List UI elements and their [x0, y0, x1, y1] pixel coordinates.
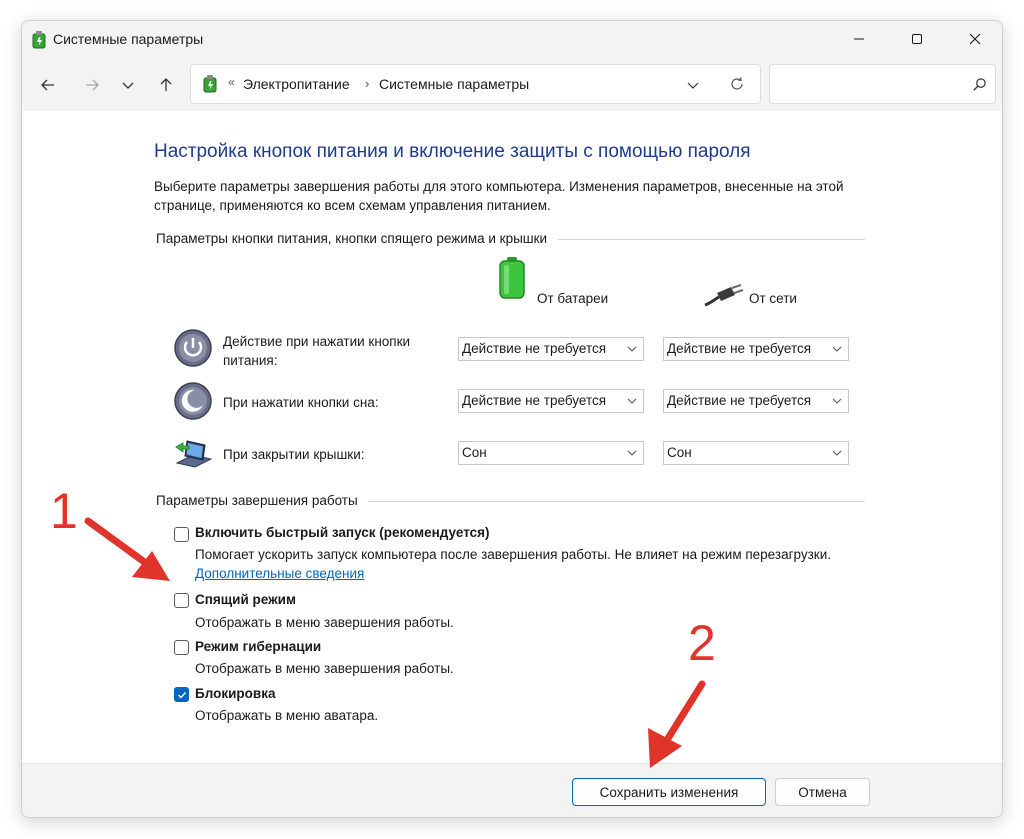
power-button-ac-select[interactable]: Действие не требуется [663, 337, 849, 361]
annotation-arrow-2-icon [648, 680, 706, 768]
more-info-link[interactable]: Дополнительные сведения [195, 566, 364, 581]
minimize-button[interactable] [836, 21, 882, 57]
refresh-icon[interactable] [729, 76, 745, 92]
window-title: Системные параметры [53, 31, 204, 47]
back-button[interactable] [34, 73, 62, 97]
fast-startup-desc-text: Помогает ускорить запуск компьютера посл… [195, 547, 832, 562]
breadcrumb-power-options[interactable]: Электропитание [243, 76, 350, 92]
lid-close-label: При закрытии крышки: [223, 447, 365, 462]
maximize-button[interactable] [894, 21, 940, 57]
cancel-button[interactable]: Отмена [775, 778, 870, 806]
shutdown-section-title: Параметры завершения работы [156, 493, 368, 508]
fast-startup-checkbox[interactable] [174, 527, 189, 542]
column-battery: От батареи [537, 291, 609, 306]
power-button-icon [174, 329, 212, 367]
chevron-down-icon [627, 450, 637, 456]
lid-close-ac-select[interactable]: Сон [663, 441, 849, 465]
power-button-label: Действие при нажатии кнопки питания: [223, 334, 411, 368]
title-bar[interactable]: Системные параметры [22, 21, 1002, 59]
sleep-button-label: При нажатии кнопки сна: [223, 395, 379, 410]
sleep-mode-desc: Отображать в меню завершения работы. [195, 615, 454, 630]
lock-checkbox[interactable] [174, 687, 189, 702]
select-value: Действие не требуется [462, 393, 607, 408]
select-value: Действие не требуется [667, 393, 812, 408]
select-value: Действие не требуется [462, 341, 607, 356]
arrow-up-icon [160, 78, 172, 91]
chevron-down-icon[interactable] [685, 77, 701, 93]
chevron-down-icon [627, 398, 637, 404]
power-button-battery-select[interactable]: Действие не требуется [458, 337, 644, 361]
annotation-step-1: 1 [50, 483, 78, 539]
sleep-button-battery-select[interactable]: Действие не требуется [458, 389, 644, 413]
minimize-icon [854, 38, 864, 40]
annotation-arrow-1-icon [84, 517, 170, 581]
power-plug-icon [704, 284, 744, 307]
chevron-down-icon [122, 82, 134, 89]
up-button[interactable] [152, 73, 180, 97]
fast-startup-title[interactable]: Включить быстрый запуск (рекомендуется) [195, 525, 490, 540]
battery-icon [499, 257, 525, 299]
address-bar[interactable]: « Электропитание › Системные параметры [190, 64, 761, 104]
laptop-lid-icon [175, 440, 213, 468]
screenshot-stage: Системные параметры « Электропитание › С… [0, 0, 1024, 839]
breadcrumb-overflow[interactable]: « [228, 75, 235, 89]
recent-locations-button[interactable] [114, 73, 142, 97]
hibernate-desc: Отображать в меню завершения работы. [195, 661, 454, 676]
control-panel-window: Системные параметры « Электропитание › С… [21, 20, 1003, 818]
arrow-left-icon [41, 79, 54, 91]
sleep-mode-title[interactable]: Спящий режим [195, 592, 296, 607]
close-button[interactable] [952, 21, 998, 57]
hibernate-checkbox[interactable] [174, 640, 189, 655]
fast-startup-desc: Помогает ускорить запуск компьютера посл… [195, 545, 835, 583]
lock-title[interactable]: Блокировка [195, 686, 275, 701]
page-title: Настройка кнопок питания и включение защ… [154, 141, 751, 162]
sleep-button-icon [174, 382, 212, 420]
checkmark-icon [178, 692, 187, 699]
save-button[interactable]: Сохранить изменения [572, 778, 766, 806]
power-options-icon [203, 75, 217, 93]
arrow-right-icon [86, 79, 99, 91]
forward-button[interactable] [78, 73, 106, 97]
chevron-down-icon [627, 346, 637, 352]
breadcrumb-chevron-icon: › [365, 76, 370, 91]
lid-close-battery-select[interactable]: Сон [458, 441, 644, 465]
dialog-footer: Сохранить изменения Отмена [22, 763, 1002, 817]
select-value: Сон [667, 445, 692, 460]
annotation-step-2: 2 [688, 615, 716, 671]
column-ac: От сети [749, 291, 797, 306]
select-value: Действие не требуется [667, 341, 812, 356]
breadcrumb-system-settings[interactable]: Системные параметры [379, 76, 529, 92]
select-value: Сон [462, 445, 487, 460]
power-section-title: Параметры кнопки питания, кнопки спящего… [156, 231, 558, 246]
hibernate-title[interactable]: Режим гибернации [195, 639, 321, 654]
search-input[interactable] [769, 64, 996, 104]
page-description: Выберите параметры завершения работы для… [154, 179, 844, 213]
chevron-down-icon [832, 398, 842, 404]
navigation-bar: « Электропитание › Системные параметры [22, 59, 1002, 111]
main-content: Настройка кнопок питания и включение защ… [22, 111, 1002, 763]
close-icon [969, 33, 981, 45]
maximize-icon [912, 34, 922, 44]
power-options-icon [32, 31, 46, 49]
sleep-button-ac-select[interactable]: Действие не требуется [663, 389, 849, 413]
search-icon [973, 78, 986, 91]
chevron-down-icon [832, 450, 842, 456]
sleep-mode-checkbox[interactable] [174, 593, 189, 608]
chevron-down-icon [832, 346, 842, 352]
lock-desc: Отображать в меню аватара. [195, 708, 379, 723]
